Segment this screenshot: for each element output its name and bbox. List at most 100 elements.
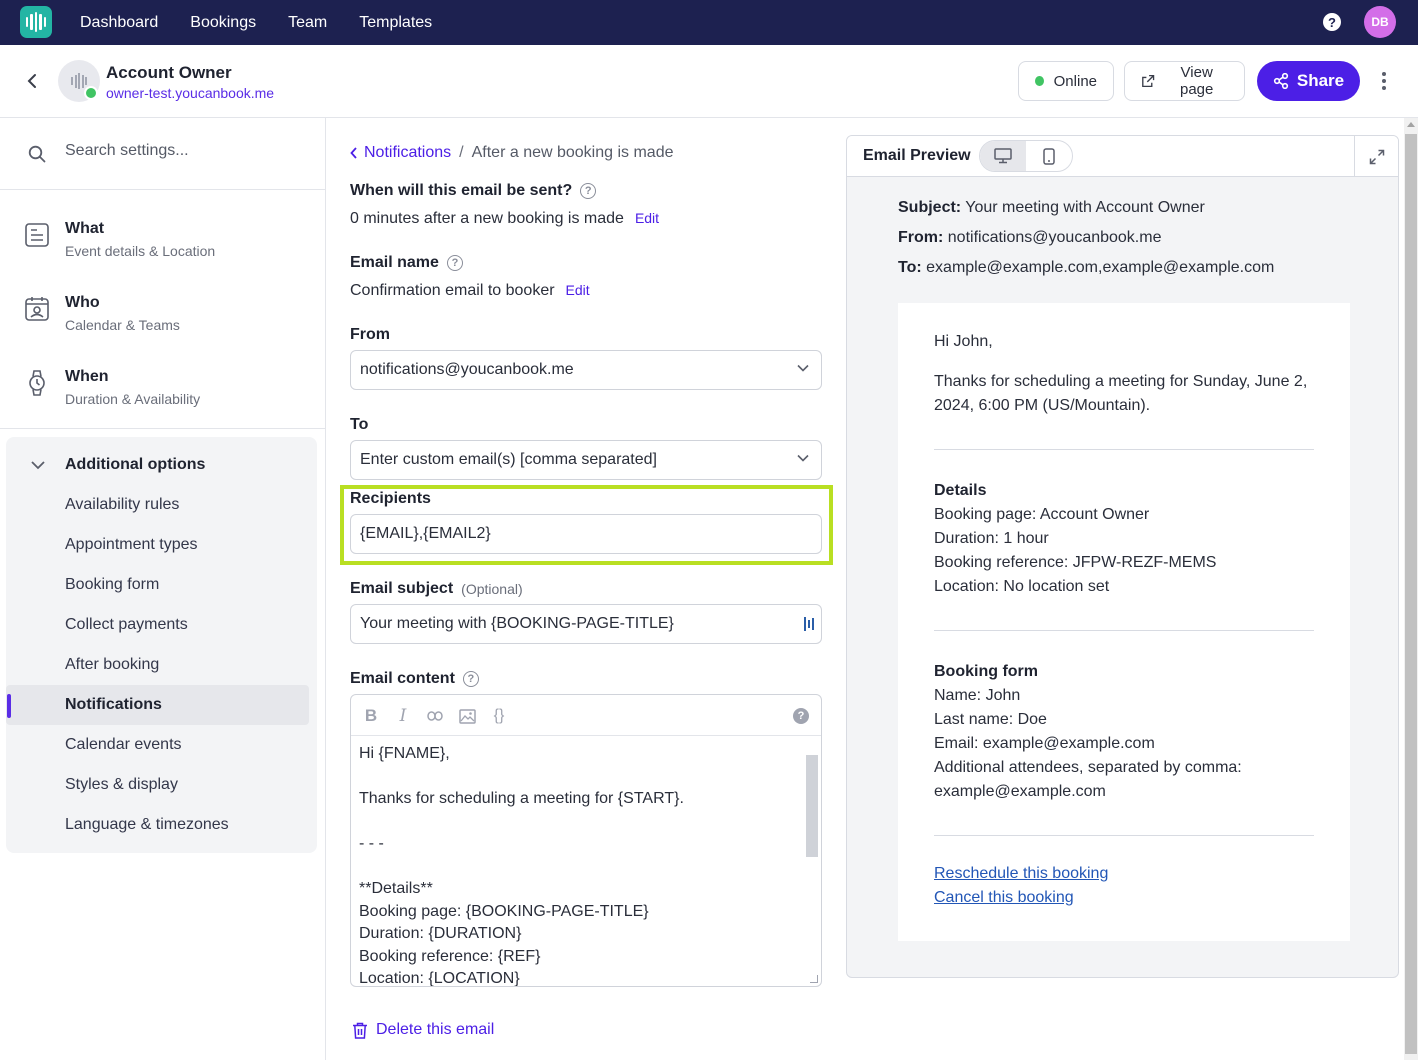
sidebar-item-after-booking[interactable]: After booking (6, 645, 309, 685)
preview-form-line: Last name: Doe (934, 711, 1047, 728)
reschedule-booking-link[interactable]: Reschedule this booking (934, 865, 1108, 883)
edit-when-link[interactable]: Edit (635, 210, 659, 226)
share-button[interactable]: Share (1257, 61, 1360, 101)
question-icon[interactable]: ? (462, 671, 479, 687)
sidebar-section-who[interactable]: Who Calendar & Teams (0, 276, 325, 346)
divider (934, 835, 1314, 836)
italic-icon[interactable]: I (393, 706, 413, 726)
device-toggle (979, 140, 1073, 172)
breadcrumb-separator: / (459, 144, 464, 161)
nav-templates[interactable]: Templates (359, 14, 432, 32)
when-sent-value: 0 minutes after a new booking is made Ed… (350, 210, 659, 228)
nav-bookings[interactable]: Bookings (190, 14, 256, 32)
notification-form: Notifications / After a new booking is m… (326, 118, 842, 1060)
mobile-icon (1043, 147, 1055, 165)
bold-icon[interactable]: B (361, 706, 381, 726)
divider (934, 630, 1314, 631)
sidebar-section-subtitle: Calendar & Teams (65, 317, 180, 333)
email-content-label-text: Email content (350, 670, 455, 687)
question-icon[interactable]: ? (580, 183, 597, 199)
expand-preview-button[interactable] (1354, 136, 1398, 177)
preview-form-title: Booking form (934, 663, 1038, 680)
image-icon[interactable] (457, 706, 477, 726)
sidebar-section-when[interactable]: When Duration & Availability (0, 350, 325, 420)
email-subject-input[interactable] (350, 604, 822, 644)
link-icon[interactable] (425, 706, 445, 726)
variables-icon[interactable]: {} (489, 706, 509, 726)
settings-search (0, 118, 325, 190)
email-subject-label-text: Email subject (350, 580, 454, 597)
sidebar-item-language-timezones[interactable]: Language & timezones (6, 805, 309, 845)
document-icon (25, 223, 49, 247)
settings-search-input[interactable] (65, 142, 295, 160)
chevron-left-icon (350, 147, 357, 159)
youcanbook-logo-icon[interactable] (20, 6, 52, 38)
divider (0, 428, 325, 429)
editor-help-icon[interactable]: ? (793, 708, 809, 724)
when-sent-label-text: When will this email be sent? (350, 182, 573, 199)
sidebar-item-notifications[interactable]: Notifications (6, 685, 309, 725)
email-name-label: Email name ? (350, 254, 463, 272)
desktop-view-button[interactable] (980, 141, 1026, 171)
sidebar-section-what[interactable]: What Event details & Location (0, 202, 325, 272)
status-label: Online (1053, 72, 1097, 90)
email-preview-panel: Email Preview Subject: Your meeting with… (846, 135, 1399, 978)
resize-handle-icon[interactable] (810, 975, 818, 983)
preview-details-line: Location: No location set (934, 578, 1110, 595)
preview-details-title: Details (934, 482, 987, 499)
user-avatar[interactable]: DB (1364, 6, 1396, 38)
from-select[interactable]: notifications@youcanbook.me (350, 350, 822, 390)
sidebar-item-availability-rules[interactable]: Availability rules (6, 485, 309, 525)
scroll-up-arrow-icon[interactable] (1407, 122, 1415, 127)
online-indicator (84, 86, 98, 100)
chevron-down-icon (31, 461, 45, 470)
to-select[interactable]: Enter custom email(s) [comma separated] (350, 440, 822, 480)
scrollbar-thumb[interactable] (1405, 134, 1417, 1054)
email-content-text[interactable]: Hi {FNAME}, Thanks for scheduling a meet… (359, 743, 799, 986)
active-indicator (7, 694, 11, 718)
preview-details-line: Duration: 1 hour (934, 530, 1049, 547)
editor-toolbar: B I {} ? (351, 695, 821, 736)
cancel-booking-link[interactable]: Cancel this booking (934, 889, 1074, 907)
nav-dashboard[interactable]: Dashboard (80, 14, 158, 32)
chevron-down-icon (797, 364, 809, 372)
back-button[interactable] (20, 69, 44, 93)
sidebar-item-appointment-types[interactable]: Appointment types (6, 525, 309, 565)
sidebar-item-booking-form[interactable]: Booking form (6, 565, 309, 605)
optional-label: (Optional) (461, 581, 523, 597)
sidebar-item-styles-display[interactable]: Styles & display (6, 765, 309, 805)
email-name-value: Confirmation email to booker Edit (350, 282, 590, 300)
delete-email-button[interactable]: Delete this email (352, 1021, 494, 1039)
preview-form-line: Name: John (934, 687, 1021, 704)
sidebar-item-collect-payments[interactable]: Collect payments (6, 605, 309, 645)
nav-team[interactable]: Team (288, 14, 327, 32)
additional-options-toggle[interactable]: Additional options (6, 451, 317, 481)
preview-to-value: example@example.com,example@example.com (926, 259, 1275, 276)
share-icon (1273, 73, 1288, 89)
help-icon[interactable]: ? (1323, 13, 1341, 31)
online-status-button[interactable]: Online (1018, 61, 1114, 101)
view-page-button[interactable]: View page (1124, 61, 1245, 101)
preview-subject-key: Subject: (898, 199, 962, 216)
more-options-icon[interactable] (1374, 69, 1394, 93)
question-icon[interactable]: ? (446, 255, 463, 271)
breadcrumb-notifications-link[interactable]: Notifications (350, 144, 451, 162)
from-select-value: notifications@youcanbook.me (360, 361, 574, 378)
edit-name-link[interactable]: Edit (566, 282, 590, 298)
page-scrollbar[interactable] (1404, 118, 1418, 1060)
when-sent-label: When will this email be sent? ? (350, 182, 597, 200)
insert-variable-icon[interactable] (804, 617, 816, 631)
page-url-link[interactable]: owner-test.youcanbook.me (106, 85, 274, 101)
breadcrumb: Notifications / After a new booking is m… (350, 144, 674, 162)
view-page-label: View page (1179, 64, 1214, 98)
preview-greeting: Hi John, (934, 333, 993, 350)
mobile-view-button[interactable] (1026, 141, 1072, 171)
email-content-editor[interactable]: B I {} ? Hi {FNAME}, Thanks for scheduli… (350, 694, 822, 987)
sidebar-item-calendar-events[interactable]: Calendar events (6, 725, 309, 765)
watch-icon (29, 370, 45, 396)
editor-scrollbar[interactable] (805, 739, 819, 984)
settings-sidebar: What Event details & Location Who Calend… (0, 118, 326, 1060)
chevron-down-icon (797, 454, 809, 462)
email-name-value-text: Confirmation email to booker (350, 282, 555, 299)
recipients-input[interactable] (350, 514, 822, 554)
